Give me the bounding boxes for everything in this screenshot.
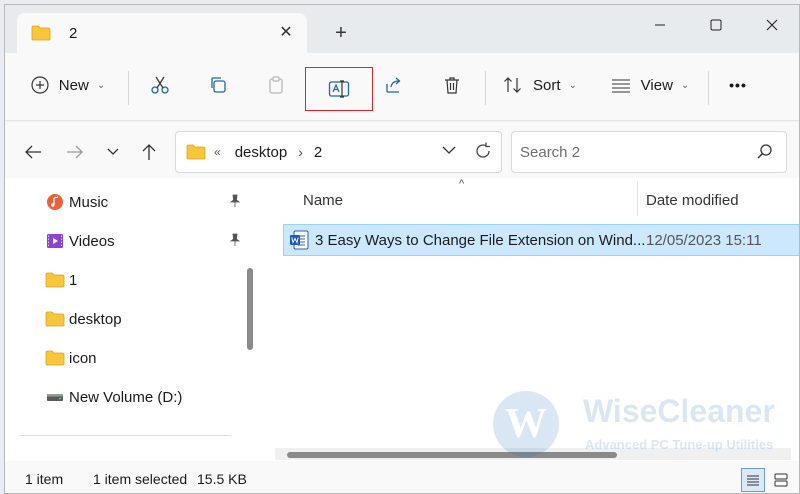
back-arrow-icon[interactable] — [19, 138, 47, 166]
file-date-modified: 12/05/2023 15:11 — [646, 231, 762, 249]
watermark-name: WiseCleaner — [583, 393, 775, 429]
word-doc-icon — [290, 230, 309, 250]
file-explorer-window: 2 ✕ + New ⌄ Sort ⌄ View ⌄ ••• « desktop … — [4, 4, 800, 494]
details-view-icon[interactable] — [741, 468, 765, 492]
search-input[interactable] — [520, 143, 740, 161]
tiles-view-icon[interactable] — [769, 468, 793, 492]
clipboard-icon — [269, 76, 283, 94]
nav-item-label: New Volume (D:) — [69, 388, 183, 406]
wisecleaner-logo: W — [493, 391, 559, 457]
column-header-date-modified[interactable]: Date modified — [646, 186, 739, 214]
view-list-icon — [611, 79, 630, 93]
share-button[interactable] — [377, 65, 411, 105]
plus-circle-icon — [31, 76, 49, 94]
column-separator[interactable] — [637, 182, 638, 216]
toolbar-divider — [128, 71, 129, 105]
navigation-pane: Music Videos 1 desktop icon New Volume (… — [5, 178, 261, 461]
close-window-icon[interactable] — [744, 5, 799, 45]
view-label: View — [640, 76, 673, 94]
tab-bar: 2 ✕ + — [5, 5, 799, 53]
breadcrumb-overflow[interactable]: « — [214, 145, 221, 159]
nav-item-videos[interactable]: Videos — [45, 227, 241, 255]
status-bar: 1 item 1 item selected 15.5 KB — [5, 461, 799, 493]
chevron-down-icon: ⌄ — [96, 79, 106, 91]
folder-icon — [45, 309, 65, 329]
forward-arrow-icon[interactable] — [61, 138, 89, 166]
command-bar: New ⌄ Sort ⌄ View ⌄ ••• — [5, 53, 799, 121]
trash-icon — [445, 77, 459, 94]
sort-button[interactable]: Sort ⌄ — [499, 65, 581, 105]
music-icon — [45, 192, 65, 212]
breadcrumb-desktop[interactable]: desktop — [235, 144, 288, 161]
file-row[interactable]: 3 Easy Ways to Change File Extension on … — [283, 224, 799, 256]
scissors-icon — [151, 76, 169, 94]
folder-icon — [31, 25, 51, 41]
toolbar-divider — [485, 71, 486, 105]
file-name: 3 Easy Ways to Change File Extension on … — [315, 231, 645, 249]
breadcrumb-separator-icon[interactable]: › — [298, 144, 303, 160]
nav-item-desktop[interactable]: desktop — [45, 305, 241, 333]
maximize-icon[interactable] — [688, 5, 744, 45]
nav-item-1[interactable]: 1 — [45, 266, 241, 294]
share-icon — [386, 77, 401, 93]
sort-icon — [504, 77, 521, 93]
nav-scrollbar[interactable] — [247, 268, 253, 350]
navigation-row: « desktop › 2 — [5, 122, 799, 178]
rename-button[interactable] — [305, 67, 373, 111]
plus-icon[interactable]: + — [327, 21, 355, 49]
nav-item-label: desktop — [69, 310, 122, 328]
nav-item-label: Music — [69, 193, 109, 211]
pin-icon[interactable] — [229, 233, 241, 250]
paste-button[interactable] — [259, 65, 293, 105]
wisecleaner-watermark: W WiseCleaner Advanced PC Tune-up Utilit… — [493, 381, 793, 461]
minimize-icon[interactable] — [632, 5, 688, 45]
search-icon[interactable] — [756, 143, 774, 164]
sort-label: Sort — [533, 76, 561, 94]
address-dropdown-icon[interactable] — [441, 143, 457, 159]
column-header-name[interactable]: Name — [303, 186, 343, 214]
view-button[interactable]: View ⌄ — [607, 65, 693, 105]
sort-ascending-caret-icon: ^ — [459, 178, 465, 190]
videos-icon — [45, 231, 65, 251]
close-icon[interactable]: ✕ — [275, 22, 297, 44]
search-box[interactable] — [511, 131, 787, 173]
tab-2[interactable]: 2 ✕ — [17, 13, 307, 53]
copy-button[interactable] — [201, 65, 235, 105]
breadcrumb-2[interactable]: 2 — [314, 144, 322, 161]
chevron-down-icon: ⌄ — [568, 79, 577, 91]
nav-item-label: icon — [69, 349, 97, 367]
watermark-tagline: Advanced PC Tune-up Utilities — [585, 437, 774, 452]
refresh-icon[interactable] — [473, 141, 493, 164]
cut-button[interactable] — [143, 65, 177, 105]
folder-icon — [45, 270, 65, 290]
chevron-down-icon: ⌄ — [680, 79, 690, 91]
address-bar[interactable]: « desktop › 2 — [175, 131, 502, 173]
nav-item-icon[interactable]: icon — [45, 344, 241, 372]
new-label: New — [58, 76, 89, 94]
delete-button[interactable] — [435, 65, 469, 105]
nav-item-label: Videos — [69, 232, 115, 250]
more-options-button[interactable]: ••• — [721, 65, 755, 105]
drive-icon — [45, 387, 65, 407]
nav-item-label: 1 — [69, 271, 78, 289]
new-button[interactable]: New ⌄ — [23, 65, 113, 105]
rename-icon — [328, 80, 350, 98]
nav-item-new-volume-d[interactable]: New Volume (D:) — [45, 383, 241, 411]
nav-divider — [19, 435, 231, 436]
toolbar-divider — [708, 71, 709, 105]
recent-locations-chevron-icon[interactable] — [99, 138, 127, 166]
selection-status: 1 item selected — [93, 471, 188, 487]
copy-icon — [211, 77, 226, 93]
folder-icon — [186, 144, 206, 160]
nav-item-music[interactable]: Music — [45, 188, 241, 216]
tab-title: 2 — [69, 24, 78, 42]
item-count: 1 item — [25, 471, 64, 487]
folder-icon — [45, 348, 65, 368]
selection-size: 15.5 KB — [197, 471, 247, 487]
pin-icon[interactable] — [229, 194, 241, 211]
up-arrow-icon[interactable] — [135, 138, 163, 166]
